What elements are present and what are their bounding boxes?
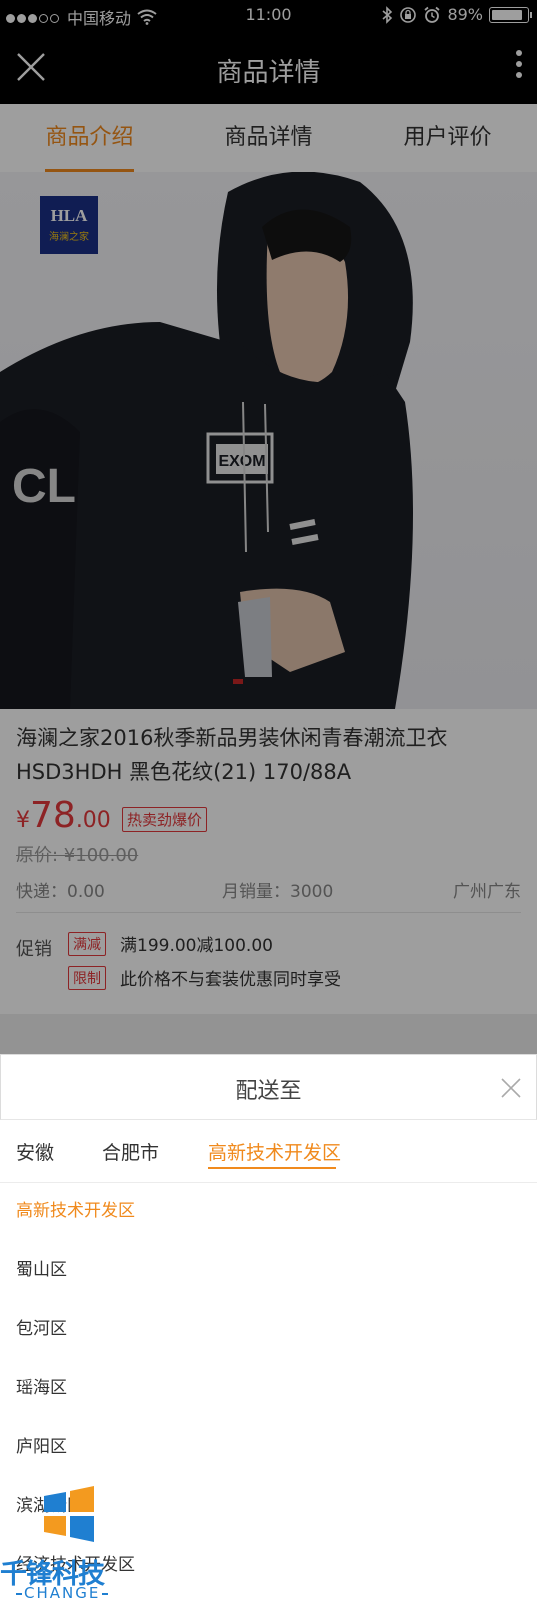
- district-item[interactable]: 庐阳区: [0, 1418, 537, 1477]
- active-tab-indicator: [208, 1167, 336, 1169]
- windows-logo-icon: [44, 1486, 94, 1542]
- district-item[interactable]: 包河区: [0, 1300, 537, 1359]
- watermark-sub: CHANGE: [14, 1584, 110, 1602]
- region-tab-city[interactable]: 合肥市: [102, 1138, 159, 1165]
- region-tab-district[interactable]: 高新技术开发区: [208, 1138, 341, 1165]
- sheet-header: 配送至: [0, 1054, 537, 1120]
- district-item[interactable]: 高新技术开发区: [0, 1182, 537, 1241]
- modal-backdrop[interactable]: [0, 0, 537, 1054]
- district-item[interactable]: 蜀山区: [0, 1241, 537, 1300]
- region-tabs: 安徽 合肥市 高新技术开发区: [0, 1120, 537, 1183]
- district-item[interactable]: 瑶海区: [0, 1359, 537, 1418]
- sheet-title: 配送至: [235, 1079, 302, 1104]
- sheet-close-icon[interactable]: [500, 1077, 522, 1099]
- watermark-logo: 千锋科技 CHANGE: [0, 1482, 140, 1602]
- region-tab-province[interactable]: 安徽: [16, 1138, 54, 1165]
